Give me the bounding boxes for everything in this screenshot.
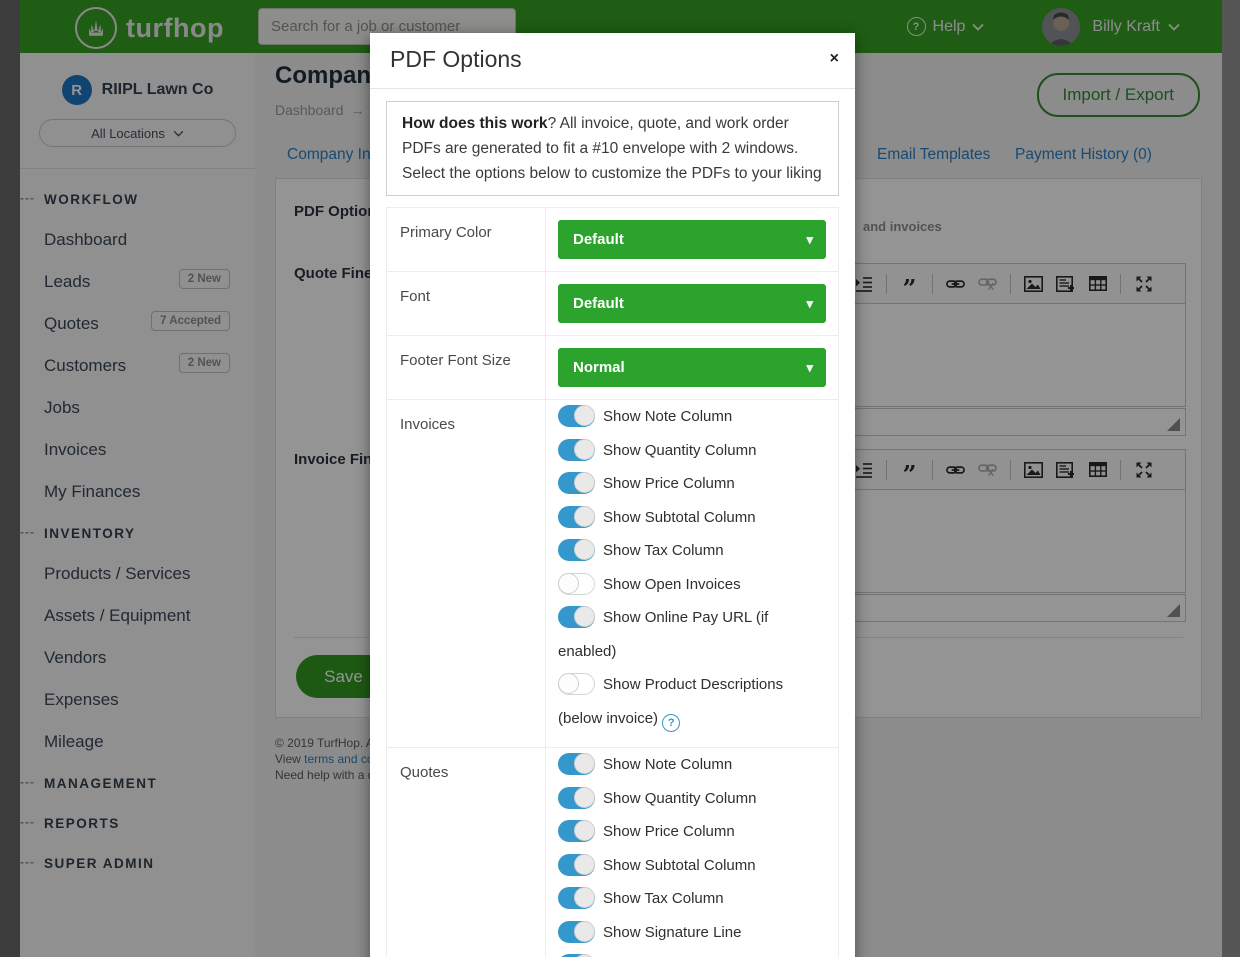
toggle-show-note-column[interactable] (558, 753, 595, 775)
toggle-show-price-column[interactable] (558, 472, 595, 494)
select-value: Default (573, 231, 624, 248)
toggle-show-signature-line[interactable] (558, 921, 595, 943)
toggle-label: Show Tax Column (603, 890, 724, 907)
option-row-label: Primary Color (387, 208, 546, 271)
toggle-label: Show Tax Column (603, 542, 724, 559)
option-row-value: Default ▾ (546, 208, 838, 271)
font-select[interactable]: Default ▾ (558, 284, 826, 323)
toggle-show-online-pay-url-if-enabled-[interactable] (558, 606, 595, 628)
toggle-label: Show Price Column (603, 823, 735, 840)
close-icon[interactable]: × (830, 51, 839, 67)
toggle-knob (574, 506, 595, 527)
toggle-row: Show Product Descriptions (below quote)? (558, 949, 826, 957)
modal-title: PDF Options (390, 46, 522, 73)
option-row-value: Show Note Column Show Quantity Column Show… (546, 748, 838, 957)
toggle-row: Show Signature Line (558, 916, 826, 950)
caret-down-icon: ▾ (806, 220, 813, 259)
pdf-options-modal: PDF Options × How does this work? All in… (370, 33, 855, 957)
footer-font-size-select[interactable]: Normal ▾ (558, 348, 826, 387)
toggle-row: Show Open Invoices (558, 568, 826, 602)
toggle-knob (574, 753, 595, 774)
toggle-row: Show Online Pay URL (if enabled) (558, 601, 826, 668)
toggle-row: Show Price Column (558, 467, 826, 501)
toggle-knob (574, 921, 595, 942)
toggle-show-subtotal-column[interactable] (558, 854, 595, 876)
toggle-knob (574, 405, 595, 426)
toggle-row: Show Price Column (558, 815, 826, 849)
modal-intro-text: How does this work? All invoice, quote, … (386, 101, 839, 196)
toggle-label: Show Price Column (603, 475, 735, 492)
help-tooltip-icon[interactable]: ? (662, 714, 680, 732)
option-row-value: Show Note Column Show Quantity Column Show… (546, 400, 838, 747)
option-row-label: Quotes (387, 748, 546, 957)
toggle-knob (574, 539, 595, 560)
option-row-font: Font Default ▾ (387, 272, 838, 336)
modal-header: PDF Options × (370, 33, 855, 89)
option-row-quotes: Quotes Show Note Column Show Quantity Colu… (387, 748, 838, 957)
toggle-knob (574, 606, 595, 627)
primary-color-select[interactable]: Default ▾ (558, 220, 826, 259)
caret-down-icon: ▾ (806, 348, 813, 387)
toggle-row: Show Subtotal Column (558, 849, 826, 883)
toggle-show-tax-column[interactable] (558, 887, 595, 909)
option-row-label: Footer Font Size (387, 336, 546, 399)
option-row-label: Invoices (387, 400, 546, 747)
toggle-knob (574, 854, 595, 875)
toggle-label: Show Subtotal Column (603, 857, 756, 874)
toggle-row: Show Product Descriptions (below invoice… (558, 668, 826, 735)
toggle-knob (574, 472, 595, 493)
option-row-invoices: Invoices Show Note Column Show Quantity Co… (387, 400, 838, 748)
toggle-label: Show Open Invoices (603, 576, 741, 593)
toggle-row: Show Tax Column (558, 534, 826, 568)
toggle-label: Show Signature Line (603, 924, 741, 941)
pdf-options-table: Primary ColorDefault▾FontDefault▾Footer … (386, 207, 839, 957)
toggle-label: Show Quantity Column (603, 790, 756, 807)
toggle-show-tax-column[interactable] (558, 539, 595, 561)
toggle-knob (558, 573, 579, 594)
intro-bold: How does this work (402, 115, 548, 132)
option-row-footer-font-size: Footer Font Size Normal ▾ (387, 336, 838, 400)
select-value: Normal (573, 359, 625, 376)
modal-body: How does this work? All invoice, quote, … (370, 89, 855, 957)
caret-down-icon: ▾ (806, 284, 813, 323)
toggle-label: Show Subtotal Column (603, 509, 756, 526)
toggle-knob (574, 787, 595, 808)
toggle-row: Show Subtotal Column (558, 501, 826, 535)
toggle-row: Show Note Column (558, 400, 826, 434)
toggle-show-quantity-column[interactable] (558, 787, 595, 809)
toggle-row: Show Tax Column (558, 882, 826, 916)
toggle-row: Show Note Column (558, 748, 826, 782)
option-row-label: Font (387, 272, 546, 335)
toggle-knob (574, 439, 595, 460)
toggle-knob (558, 673, 579, 694)
toggle-label: Show Note Column (603, 756, 732, 773)
screen: turfhop ? Help (0, 0, 1240, 957)
toggle-show-product-descriptions-below-invoice-[interactable] (558, 673, 595, 695)
toggle-knob (574, 820, 595, 841)
option-row-value: Normal ▾ (546, 336, 838, 399)
toggle-show-subtotal-column[interactable] (558, 506, 595, 528)
toggle-label: Show Quantity Column (603, 442, 756, 459)
toggle-show-note-column[interactable] (558, 405, 595, 427)
toggle-show-quantity-column[interactable] (558, 439, 595, 461)
toggle-show-open-invoices[interactable] (558, 573, 595, 595)
toggle-row: Show Quantity Column (558, 434, 826, 468)
option-row-primary-color: Primary Color Default ▾ (387, 208, 838, 272)
toggle-knob (574, 887, 595, 908)
toggle-show-price-column[interactable] (558, 820, 595, 842)
toggle-label: Show Note Column (603, 408, 732, 425)
option-row-value: Default ▾ (546, 272, 838, 335)
select-value: Default (573, 295, 624, 312)
toggle-row: Show Quantity Column (558, 782, 826, 816)
